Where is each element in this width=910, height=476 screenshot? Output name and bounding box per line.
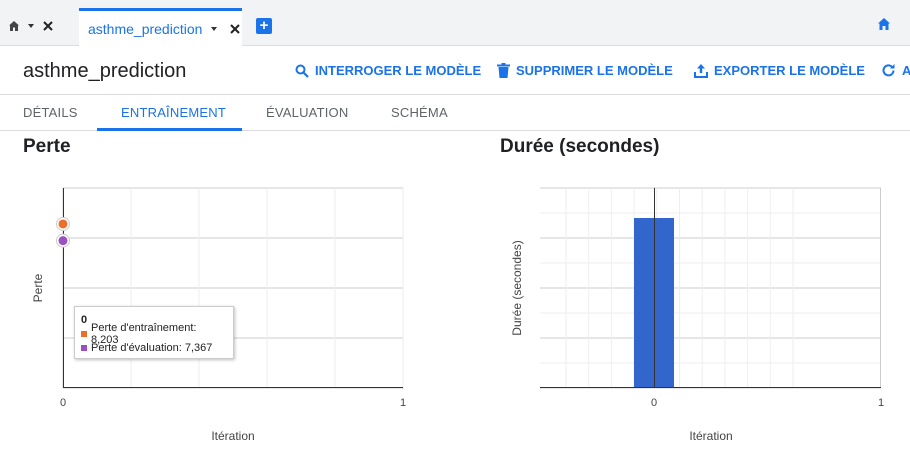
home-tab[interactable] [8,12,54,40]
eval-swatch [81,345,87,351]
tooltip-eval-line: Perte d'évaluation: 7,367 [81,341,227,355]
query-model-button[interactable]: INTERROGER LE MODÈLE [295,63,481,78]
trash-icon [497,63,510,78]
train-swatch [81,331,87,337]
loss-x-axis-label: Itération [211,429,254,443]
duration-x-axis-label: Itération [689,429,732,443]
tab-bar: asthme_prediction + [0,0,910,46]
delete-model-button[interactable]: SUPPRIMER LE MODÈLE [497,63,673,78]
caret-down-icon[interactable] [209,25,219,33]
x-tick-label: 1 [878,397,884,409]
duration-chart-title: Durée (secondes) [500,136,660,157]
query-model-label: INTERROGER LE MODÈLE [315,63,482,78]
loss-chart-title: Perte [23,136,71,157]
home-icon [9,21,19,31]
model-subtabs: DÉTAILS ENTRAÎNEMENT ÉVALUATION SCHÉMA [0,95,910,131]
refresh-icon [882,64,895,77]
tab-schema[interactable]: SCHÉMA [391,105,448,120]
export-icon [694,63,708,78]
x-tick-label: 1 [400,397,406,409]
duration-chart: 0 1 Itération Durée (secondes) [510,187,884,443]
duration-y-axis-label: Durée (secondes) [510,240,524,335]
caret-down-icon[interactable] [26,22,36,30]
close-icon[interactable] [229,23,241,35]
delete-model-label: SUPPRIMER LE MODÈLE [516,63,673,78]
search-icon [295,64,309,78]
page-title: asthme_prediction [23,60,187,82]
export-model-label: EXPORTER LE MODÈLE [714,63,865,78]
model-header: asthme_prediction INTERROGER LE MODÈLE S… [0,46,910,95]
tab-evaluation[interactable]: ÉVALUATION [266,105,348,120]
train-loss-point[interactable] [58,219,68,229]
tab-label: asthme_prediction [88,20,203,37]
tooltip-train-line: Perte d'entraînement: 8,203 [81,322,227,346]
eval-loss-point[interactable] [58,236,68,246]
tab-details[interactable]: DÉTAILS [23,105,78,120]
refresh-label: AC [902,63,910,78]
home-icon[interactable] [877,17,891,31]
refresh-button[interactable]: AC [881,63,910,78]
active-tab-indicator [97,128,242,131]
export-model-button[interactable]: EXPORTER LE MODÈLE [694,63,865,78]
chart-tooltip: 0 Perte d'entraînement: 8,203 Perte d'év… [74,306,234,359]
close-icon[interactable] [42,20,54,32]
tab-asthme-prediction[interactable]: asthme_prediction [79,8,242,46]
add-tab-icon[interactable]: + [256,18,272,34]
x-tick-label: 0 [60,397,66,409]
tooltip-eval-text: Perte d'évaluation: 7,367 [91,342,213,354]
x-tick-label: 0 [651,397,657,409]
tab-training[interactable]: ENTRAÎNEMENT [121,105,226,120]
loss-y-axis-label: Perte [31,273,45,302]
